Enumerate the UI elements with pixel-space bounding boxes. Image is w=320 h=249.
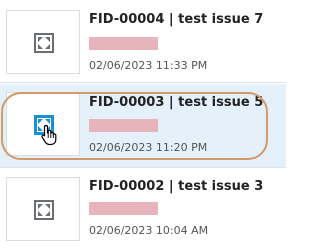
item-timestamp: 02/06/2023 10:04 AM xyxy=(89,224,209,237)
issue-list: FID-00004 | test issue 7 02/06/2023 11:3… xyxy=(0,0,286,249)
expand-icon[interactable] xyxy=(34,200,54,220)
hand-pointer-cursor-icon xyxy=(41,124,57,146)
list-item[interactable]: FID-00004 | test issue 7 02/06/2023 11:3… xyxy=(0,0,286,83)
item-title[interactable]: FID-00004 | test issue 7 xyxy=(89,12,263,27)
item-timestamp: 02/06/2023 11:20 PM xyxy=(89,141,208,154)
thumbnail[interactable] xyxy=(6,177,80,241)
thumbnail[interactable] xyxy=(6,10,80,74)
list-item[interactable]: FID-00002 | test issue 3 02/06/2023 10:0… xyxy=(0,169,286,249)
expand-icon[interactable] xyxy=(34,33,54,53)
redacted-text xyxy=(89,202,158,215)
redacted-text xyxy=(89,119,158,132)
item-title[interactable]: FID-00002 | test issue 3 xyxy=(89,179,263,194)
redacted-text xyxy=(89,37,158,50)
item-timestamp: 02/06/2023 11:33 PM xyxy=(89,59,208,72)
item-title[interactable]: FID-00003 | test issue 5 xyxy=(89,95,263,110)
